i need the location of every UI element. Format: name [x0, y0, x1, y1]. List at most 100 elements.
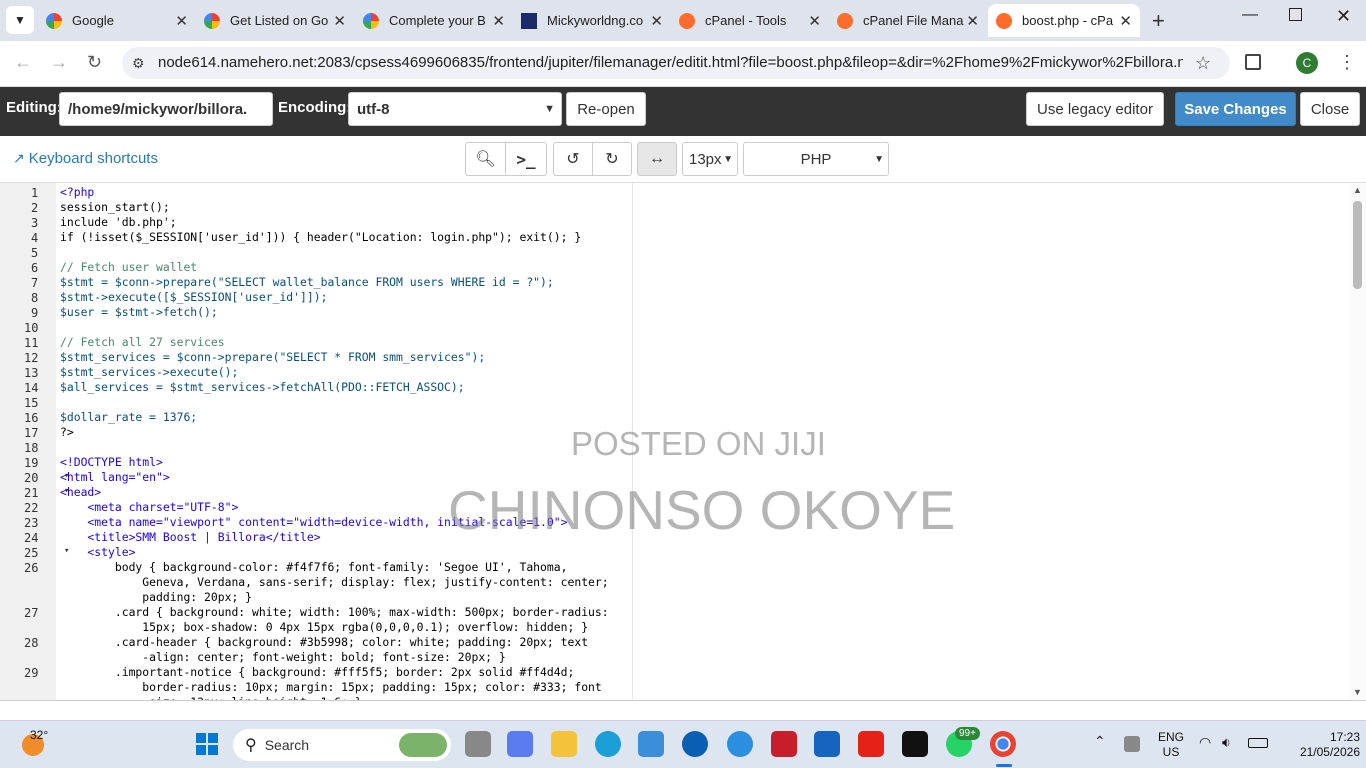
task-view-icon[interactable]	[465, 731, 491, 757]
clock[interactable]: 17:23 21/05/2026	[1290, 730, 1360, 760]
tray-app-icon[interactable]	[1124, 736, 1140, 752]
code-line[interactable]: // Fetch all 27 services	[60, 335, 225, 350]
menu-kebab-icon[interactable]: ⋮	[1338, 52, 1356, 73]
scroll-down-icon[interactable]: ▼	[1353, 687, 1362, 697]
goto-line-button[interactable]: >_	[505, 142, 547, 176]
tab-close-icon[interactable]: ✕	[808, 12, 821, 30]
code-line[interactable]: $user = $stmt->fetch();	[60, 305, 218, 320]
code-line[interactable]: // Fetch user wallet	[60, 260, 197, 275]
volume-icon[interactable]: 🔉︎	[1222, 734, 1231, 751]
file-explorer-icon[interactable]	[551, 731, 577, 757]
extensions-icon[interactable]	[1245, 54, 1261, 70]
tab-close-icon[interactable]: ✕	[492, 12, 505, 30]
legacy-editor-button[interactable]: Use legacy editor	[1026, 92, 1164, 126]
code-line[interactable]: if (!isset($_SESSION['user_id'])) { head…	[60, 230, 581, 245]
hp-icon[interactable]	[682, 731, 708, 757]
close-window-icon[interactable]: ✕	[1336, 6, 1351, 27]
font-size-select[interactable]: 13px ▼	[682, 142, 738, 176]
new-tab-button[interactable]: +	[1152, 8, 1165, 34]
copilot-icon[interactable]	[507, 731, 533, 757]
code-line[interactable]: <title>SMM Boost | Billora</title>	[60, 530, 320, 545]
url-text[interactable]: node614.namehero.net:2083/cpsess46996068…	[158, 54, 1183, 71]
taskbar-search-box[interactable]: ⚲ Search	[233, 729, 451, 761]
code-line[interactable]: border-radius: 10px; margin: 15px; paddi…	[60, 680, 601, 695]
code-line[interactable]: <head>	[60, 485, 101, 500]
windows-start-icon[interactable]	[196, 733, 218, 755]
edge-icon[interactable]	[595, 731, 621, 757]
maximize-icon[interactable]	[1289, 8, 1302, 21]
battery-icon[interactable]	[1248, 738, 1268, 748]
code-line[interactable]: $dollar_rate = 1376;	[60, 410, 197, 425]
save-changes-button[interactable]: Save Changes	[1175, 92, 1296, 126]
terminal-icon: >_	[516, 149, 536, 169]
chrome-icon[interactable]	[990, 731, 1016, 757]
tab-4[interactable]: cPanel - Tools ✕	[671, 4, 829, 37]
code-line[interactable]: <?php	[60, 185, 94, 200]
wrap-toggle-button[interactable]: ↔	[637, 142, 677, 176]
scrollbar-thumb[interactable]	[1353, 201, 1362, 289]
code-line[interactable]: $stmt_services = $conn->prepare("SELECT …	[60, 350, 485, 365]
reload-icon[interactable]: ↻	[87, 52, 102, 73]
tab-2[interactable]: Complete your B ✕	[355, 4, 513, 37]
tab-close-icon[interactable]: ✕	[966, 12, 979, 30]
code-line[interactable]: $stmt = $conn->prepare("SELECT wallet_ba…	[60, 275, 554, 290]
code-line[interactable]: <style>	[60, 545, 135, 560]
tab-search-button[interactable]: ▼	[6, 6, 34, 34]
code-line[interactable]: Geneva, Verdana, sans-serif; display: fl…	[60, 575, 608, 590]
encoding-select[interactable]: utf-8 ▼	[348, 92, 562, 126]
language-indicator[interactable]: ENG US	[1158, 730, 1184, 760]
scroll-up-icon[interactable]: ▲	[1353, 185, 1362, 195]
undo-button[interactable]: ↺	[553, 142, 593, 176]
code-line[interactable]: .card-header { background: #3b5998; colo…	[60, 635, 588, 650]
keyboard-shortcuts-link[interactable]: ↗ Keyboard shortcuts	[13, 150, 158, 167]
code-line[interactable]: -align: center; font-weight: bold; font-…	[60, 650, 505, 665]
line-number: 12	[24, 351, 39, 365]
outlook-icon[interactable]	[814, 731, 840, 757]
code-line[interactable]: padding: 20px; }	[60, 590, 252, 605]
tab-5[interactable]: cPanel File Mana ✕	[829, 4, 987, 37]
tab-1[interactable]: Get Listed on Go ✕	[196, 4, 354, 37]
code-line[interactable]: 15px; box-shadow: 0 4px 15px rgba(0,0,0,…	[60, 620, 588, 635]
code-line[interactable]: $all_services = $stmt_services->fetchAll…	[60, 380, 465, 395]
tab-0[interactable]: Google ✕	[38, 4, 196, 37]
code-line[interactable]: body { background-color: #f4f7f6; font-f…	[60, 560, 568, 575]
reopen-button[interactable]: Re-open	[566, 92, 646, 126]
bookmark-star-icon[interactable]: ☆	[1195, 53, 1211, 74]
tray-chevron-icon[interactable]: ⌃	[1094, 733, 1106, 750]
tab-close-icon[interactable]: ✕	[175, 12, 188, 30]
tab-3[interactable]: Mickyworldng.co ✕	[513, 4, 671, 37]
store-icon[interactable]	[638, 731, 664, 757]
help-icon[interactable]	[727, 731, 753, 757]
code-line[interactable]: .card { background: white; width: 100%; …	[60, 605, 609, 620]
tab-close-icon[interactable]: ✕	[1119, 12, 1132, 30]
forward-arrow-icon[interactable]: →	[50, 52, 68, 73]
code-line[interactable]: $stmt_services->execute();	[60, 365, 238, 380]
minimize-icon[interactable]: —	[1242, 6, 1258, 24]
profile-avatar[interactable]: C	[1296, 52, 1318, 74]
tab-close-icon[interactable]: ✕	[333, 12, 346, 30]
code-line[interactable]: ?>	[60, 425, 74, 440]
code-line[interactable]: <meta charset="UTF-8">	[60, 500, 238, 515]
redo-button[interactable]: ↻	[592, 142, 632, 176]
code-line[interactable]: include 'db.php';	[60, 215, 177, 230]
code-line[interactable]: <html lang="en">	[60, 470, 170, 485]
tiktok-icon[interactable]	[902, 731, 928, 757]
chevron-down-icon: ▼	[544, 103, 555, 115]
tab-6[interactable]: boost.php - cPa ✕	[988, 4, 1140, 37]
close-button[interactable]: Close	[1300, 92, 1360, 126]
site-info-icon[interactable]: ⚙	[132, 55, 145, 72]
code-line[interactable]: .important-notice { background: #fff5f5;…	[60, 665, 574, 680]
code-line[interactable]: session_start();	[60, 200, 170, 215]
wifi-icon[interactable]: ◠	[1199, 734, 1211, 751]
line-number: 16	[24, 411, 39, 425]
tab-close-icon[interactable]: ✕	[650, 12, 663, 30]
syntax-mode-select[interactable]: PHP ▼	[743, 142, 889, 176]
mcafee-icon[interactable]	[771, 731, 797, 757]
code-line[interactable]: $stmt->execute([$_SESSION['user_id']]);	[60, 290, 327, 305]
code-line[interactable]: <!DOCTYPE html>	[60, 455, 163, 470]
line-number: 20	[24, 471, 71, 485]
file-path-field[interactable]: /home9/mickywor/billora.	[59, 92, 273, 126]
youtube-icon[interactable]	[858, 731, 884, 757]
back-arrow-icon[interactable]: ←	[14, 52, 32, 73]
search-button[interactable]: 🔍︎	[465, 142, 506, 176]
